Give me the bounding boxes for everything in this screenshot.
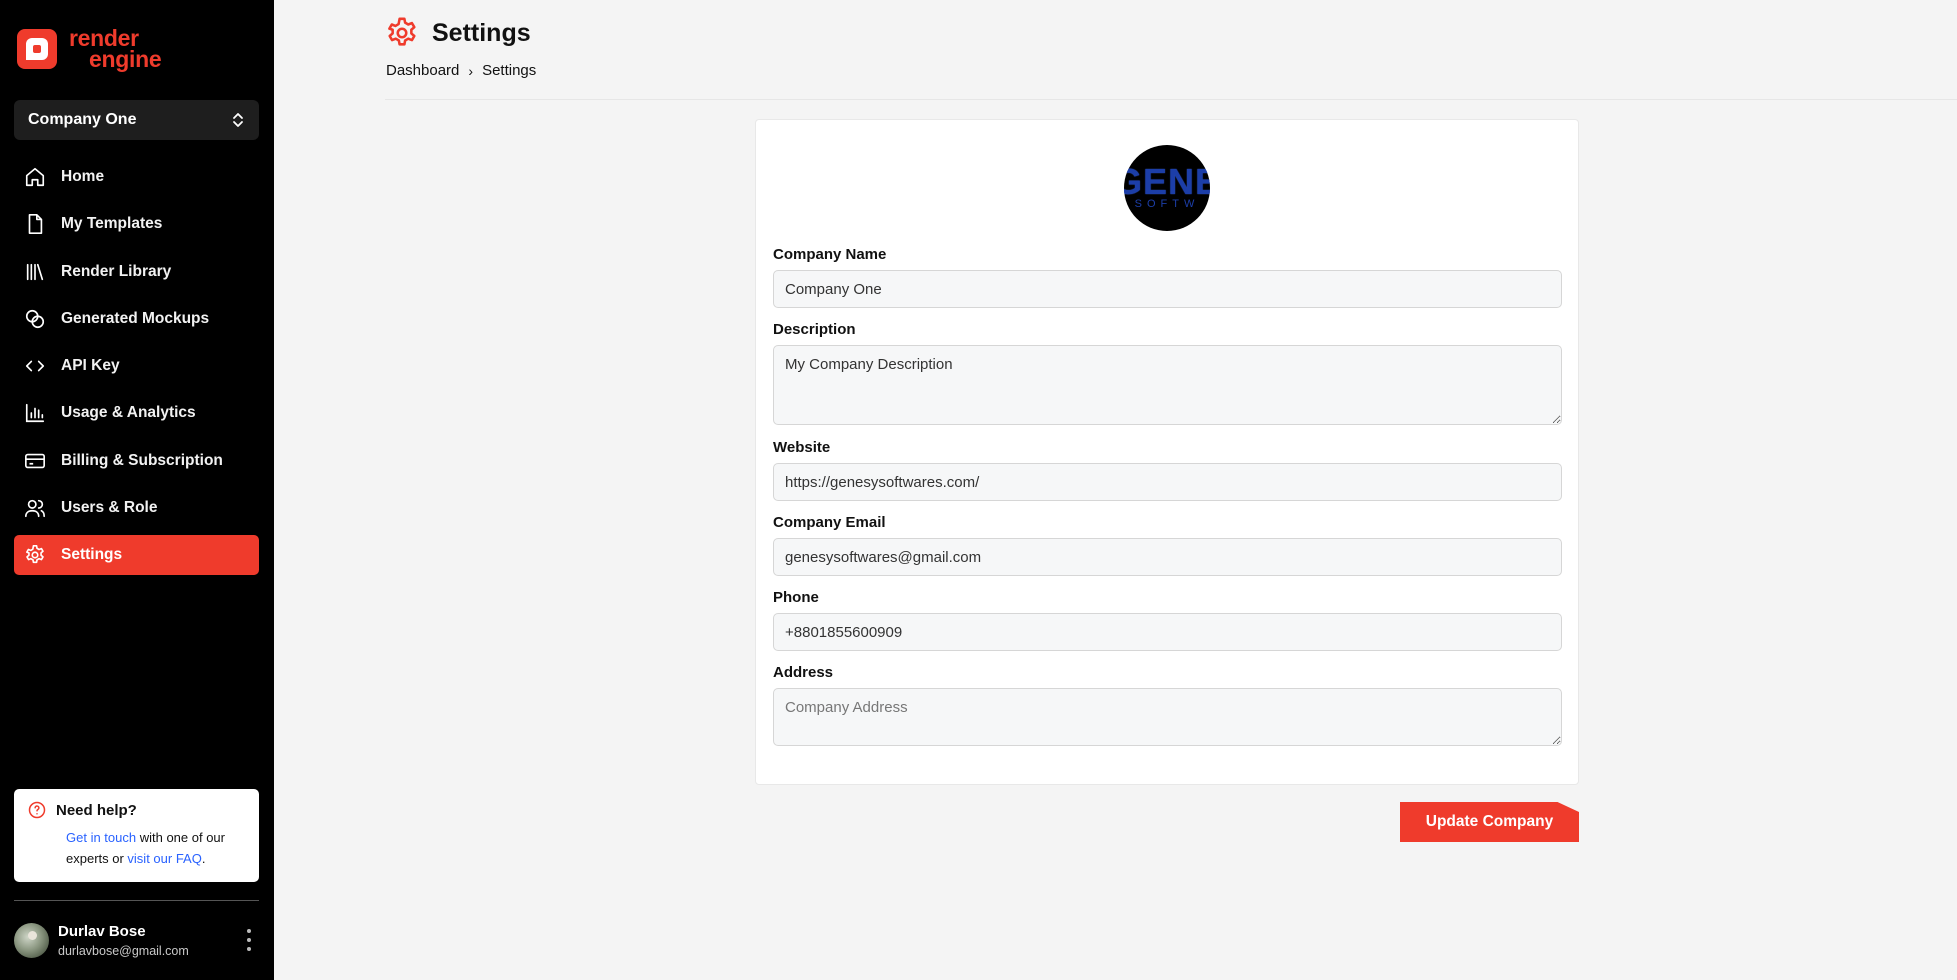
main-content: Settings Dashboard › Settings GENE SOFTW… (274, 0, 1957, 980)
breadcrumb: Dashboard › Settings (386, 62, 536, 79)
brand-logo-mark (17, 29, 57, 69)
library-icon (26, 263, 44, 280)
chevron-up-down-icon (233, 113, 243, 127)
user-name: Durlav Bose (58, 922, 146, 940)
avatar (14, 922, 49, 958)
sidebar-nav: Home My Templates Render Library Generat… (14, 157, 259, 583)
update-company-button[interactable]: Update Company (1400, 802, 1579, 842)
company-selector-value: Company One (28, 111, 137, 128)
page-header: Settings (385, 16, 531, 50)
sidebar-item-settings[interactable]: Settings (14, 535, 259, 576)
help-circle-icon (28, 801, 46, 819)
sidebar-item-billing-subscription[interactable]: Billing & Subscription (14, 441, 259, 481)
sidebar-item-home[interactable]: Home (14, 157, 259, 197)
card-icon (25, 453, 45, 469)
gear-icon (26, 545, 44, 564)
users-icon (25, 499, 45, 518)
company-name-label: Company Name (773, 246, 887, 263)
company-email-input[interactable] (773, 538, 1562, 576)
sidebar-divider (14, 900, 259, 901)
phone-label: Phone (773, 589, 819, 606)
company-selector[interactable]: Company One (14, 100, 259, 140)
sidebar-item-my-templates[interactable]: My Templates (14, 204, 259, 244)
help-title-text: Need help? (56, 801, 137, 819)
brand-logo[interactable]: render engine (17, 27, 162, 72)
sidebar-item-label: Billing & Subscription (61, 451, 223, 469)
sidebar-item-label: API Key (61, 357, 120, 375)
sidebar-item-label: My Templates (61, 215, 163, 233)
user-email: durlavbose@gmail.com (58, 943, 189, 958)
sidebar-item-usage-analytics[interactable]: Usage & Analytics (14, 393, 259, 433)
get-in-touch-link[interactable]: Get in touch (66, 830, 136, 845)
sidebar-item-label: Home (61, 168, 105, 185)
company-logo[interactable]: GENE SOFTW (1124, 145, 1210, 231)
breadcrumb-dashboard[interactable]: Dashboard (386, 62, 459, 79)
website-input[interactable] (773, 463, 1562, 501)
website-label: Website (773, 439, 831, 456)
header-divider (385, 99, 1957, 100)
gear-icon (388, 17, 416, 46)
sidebar-item-label: Render Library (61, 262, 172, 280)
description-textarea[interactable]: My Company Description (773, 345, 1562, 425)
breadcrumb-separator: › (468, 62, 474, 79)
sidebar-item-render-library[interactable]: Render Library (14, 252, 259, 292)
more-vertical-icon[interactable] (240, 927, 258, 953)
sidebar-item-api-key[interactable]: API Key (14, 346, 259, 386)
brand-wordmark-line2: engine (89, 46, 162, 72)
address-textarea[interactable] (773, 688, 1562, 746)
file-icon (28, 214, 43, 235)
sidebar-item-label: Users & Role (61, 499, 158, 517)
user-info: Durlav Bose durlavbose@gmail.com (58, 923, 189, 958)
visit-faq-link[interactable]: visit our FAQ (127, 851, 201, 866)
help-card: Need help? Get in touch with one of our … (14, 789, 259, 882)
company-email-label: Company Email (773, 514, 886, 531)
sidebar-item-label: Usage & Analytics (61, 404, 196, 422)
sidebar-item-label: Settings (61, 546, 123, 564)
user-profile[interactable]: Durlav Bose durlavbose@gmail.com (14, 919, 264, 961)
chart-icon (25, 404, 45, 423)
description-label: Description (773, 321, 856, 338)
sidebar-item-generated-mockups[interactable]: Generated Mockups (14, 299, 259, 339)
mockups-icon (25, 309, 45, 328)
page-title: Settings (432, 18, 531, 47)
help-text-end: . (201, 851, 206, 866)
home-icon (25, 167, 45, 187)
sidebar-item-users-role[interactable]: Users & Role (14, 488, 259, 528)
help-text: Get in touch with one of our experts or … (66, 827, 247, 869)
help-title: Need help? (28, 801, 247, 819)
breadcrumb-current: Settings (482, 62, 537, 79)
sidebar: render engine Company One Home My Templa… (0, 0, 274, 980)
company-name-input[interactable] (773, 270, 1562, 308)
company-logo-subtext: SOFTW (1134, 198, 1200, 210)
brand-wordmark: render engine (69, 27, 162, 72)
sidebar-item-label: Generated Mockups (61, 309, 210, 327)
code-icon (25, 360, 45, 372)
phone-input[interactable] (773, 613, 1562, 651)
address-label: Address (773, 664, 834, 681)
company-logo-text: GENE (1124, 161, 1210, 202)
company-settings-card: GENE SOFTW Company Name Description My C… (755, 119, 1579, 785)
